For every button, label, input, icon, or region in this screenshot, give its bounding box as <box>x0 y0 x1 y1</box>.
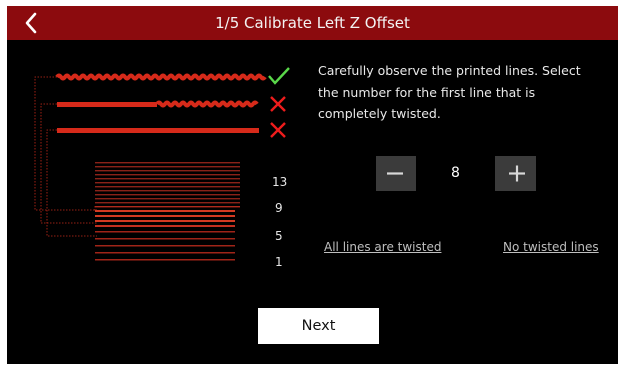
plus-icon <box>509 165 525 182</box>
no-twisted-lines-link[interactable]: No twisted lines <box>503 240 599 254</box>
decrement-button[interactable] <box>376 156 414 191</box>
sample-line-twisted <box>55 73 267 81</box>
printed-lines-diagram: 13 9 5 1 <box>7 40 307 270</box>
sample-line-partial <box>57 100 259 108</box>
print-line-stack <box>95 162 240 261</box>
dotted-leader-lines <box>34 76 97 237</box>
x-icon <box>270 96 286 112</box>
all-lines-twisted-link[interactable]: All lines are twisted <box>324 240 441 254</box>
line-number-label: 5 <box>275 229 283 243</box>
increment-button[interactable] <box>498 156 536 191</box>
sample-line-straight <box>57 128 259 133</box>
calibration-screen: 1/5 Calibrate Left Z Offset 13 9 5 1 Car… <box>7 6 618 364</box>
line-number-value[interactable]: 8 <box>416 156 495 191</box>
page-title: 1/5 Calibrate Left Z Offset <box>215 14 410 32</box>
instruction-text: Carefully observe the printed lines. Sel… <box>318 63 581 121</box>
next-button[interactable]: Next <box>258 308 379 344</box>
minus-icon <box>387 172 403 175</box>
line-number-label: 1 <box>275 255 283 269</box>
check-icon <box>268 67 290 85</box>
x-icon <box>270 122 286 138</box>
title-bar: 1/5 Calibrate Left Z Offset <box>7 6 618 40</box>
line-number-stepper: 8 <box>376 156 536 191</box>
line-number-label: 13 <box>272 175 288 189</box>
line-number-label: 9 <box>275 201 283 215</box>
